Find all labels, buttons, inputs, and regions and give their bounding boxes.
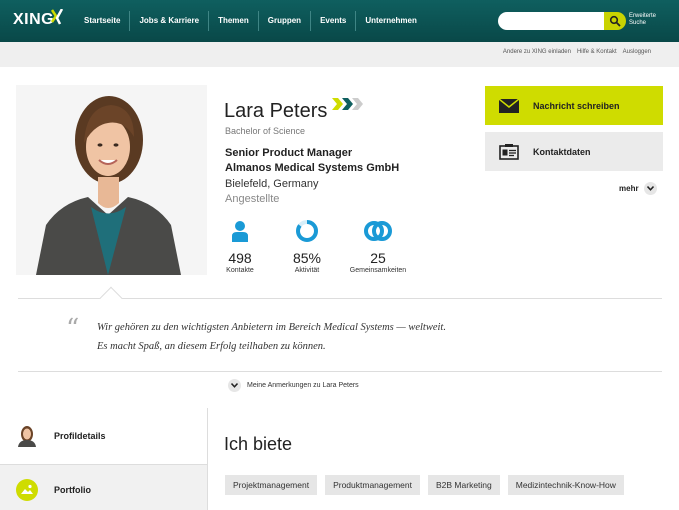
chevron-down-icon <box>643 182 657 195</box>
avatar-icon <box>18 426 36 447</box>
main-nav: Startseite Jobs & Karriere Themen Gruppe… <box>75 0 426 42</box>
search-icon <box>609 15 621 27</box>
logout-link[interactable]: Ausloggen <box>623 49 651 55</box>
sidebar-label-portfolio: Portfolio <box>54 484 91 495</box>
offer-tag[interactable]: B2B Marketing <box>428 475 500 495</box>
xing-logo-icon <box>50 9 64 25</box>
nav-events[interactable]: Events <box>310 11 355 31</box>
nav-themen[interactable]: Themen <box>208 11 258 31</box>
quote-mark-icon: “ <box>66 314 80 344</box>
profile-photo <box>16 85 207 275</box>
envelope-icon <box>499 98 519 113</box>
profile-degree: Bachelor of Science <box>225 126 306 136</box>
person-icon <box>232 221 248 242</box>
meta-bar: Andere zu XING einladen Hilfe & Kontakt … <box>0 42 679 67</box>
send-message-button[interactable]: Nachricht schreiben <box>485 86 663 125</box>
offer-tag[interactable]: Produktmanagement <box>325 475 420 495</box>
search-input[interactable] <box>498 12 606 30</box>
stat-common[interactable]: 25 Gemeinsamkeiten <box>338 218 418 274</box>
overlap-rings-icon <box>364 221 392 241</box>
profile-position: Senior Product Manager <box>225 147 353 159</box>
contact-details-label: Kontaktdaten <box>533 146 591 157</box>
stat-activity-label: Aktivität <box>294 267 320 274</box>
offer-section-title: Ich biete <box>224 434 293 454</box>
nav-unternehmen[interactable]: Unternehmen <box>355 11 426 31</box>
notes-label: Meine Anmerkungen zu Lara Peters <box>247 382 359 389</box>
nav-startseite[interactable]: Startseite <box>75 11 129 31</box>
activity-ring-icon <box>296 220 318 242</box>
xing-logo[interactable]: XING <box>13 11 54 29</box>
sidebar-item-profildetails[interactable]: Profildetails <box>0 408 207 464</box>
profile-status: Angestellte <box>225 193 280 205</box>
notes-toggle[interactable]: Meine Anmerkungen zu Lara Peters <box>228 379 359 392</box>
quote-line-2: Es macht Spaß, an diesem Erfolg teilhabe… <box>97 341 326 352</box>
invite-link[interactable]: Andere zu XING einladen <box>503 49 571 55</box>
more-label: mehr <box>619 184 639 193</box>
nav-gruppen[interactable]: Gruppen <box>257 11 310 31</box>
profile-location: Bielefeld, Germany <box>225 178 319 190</box>
quote-divider <box>18 371 662 372</box>
sidebar-item-portfolio[interactable]: Portfolio <box>0 464 207 510</box>
chevron-down-icon <box>228 379 241 392</box>
premium-badge-icon <box>332 98 363 110</box>
offer-tag[interactable]: Projektmanagement <box>225 475 318 495</box>
send-message-label: Nachricht schreiben <box>533 100 620 111</box>
profile-company[interactable]: Almanos Medical Systems GmbH <box>225 162 399 174</box>
search-button[interactable] <box>604 12 626 30</box>
contact-card-icon <box>499 143 519 160</box>
quote-line-1: Wir gehören zu den wichtigsten Anbietern… <box>97 322 446 333</box>
stat-common-value: 25 <box>370 250 386 266</box>
more-button[interactable]: mehr <box>619 182 657 195</box>
stat-activity-value: 85% <box>292 250 322 266</box>
sidebar-label-profildetails: Profildetails <box>54 431 106 441</box>
contact-details-button[interactable]: Kontaktdaten <box>485 132 663 171</box>
help-contact-link[interactable]: Hilfe & Kontakt <box>577 49 617 55</box>
offer-tag[interactable]: Medizintechnik-Know-How <box>507 475 624 495</box>
image-icon <box>16 478 38 501</box>
profile-name: Lara Peters <box>224 100 328 122</box>
stat-activity[interactable]: 85% Aktivität <box>267 218 347 274</box>
sidebar-divider <box>207 408 208 510</box>
offer-tags: Projektmanagement Produktmanagement B2B … <box>225 475 665 495</box>
advanced-search-link[interactable]: Erweiterte Suche <box>629 13 669 27</box>
divider-notch <box>99 286 123 310</box>
profile-quote: Wir gehören zu den wichtigsten Anbietern… <box>97 318 547 356</box>
stat-common-label: Gemeinsamkeiten <box>349 267 407 274</box>
nav-jobs-karriere[interactable]: Jobs & Karriere <box>129 11 208 31</box>
top-navigation-bar: XING Startseite Jobs & Karriere Themen G… <box>0 0 679 42</box>
